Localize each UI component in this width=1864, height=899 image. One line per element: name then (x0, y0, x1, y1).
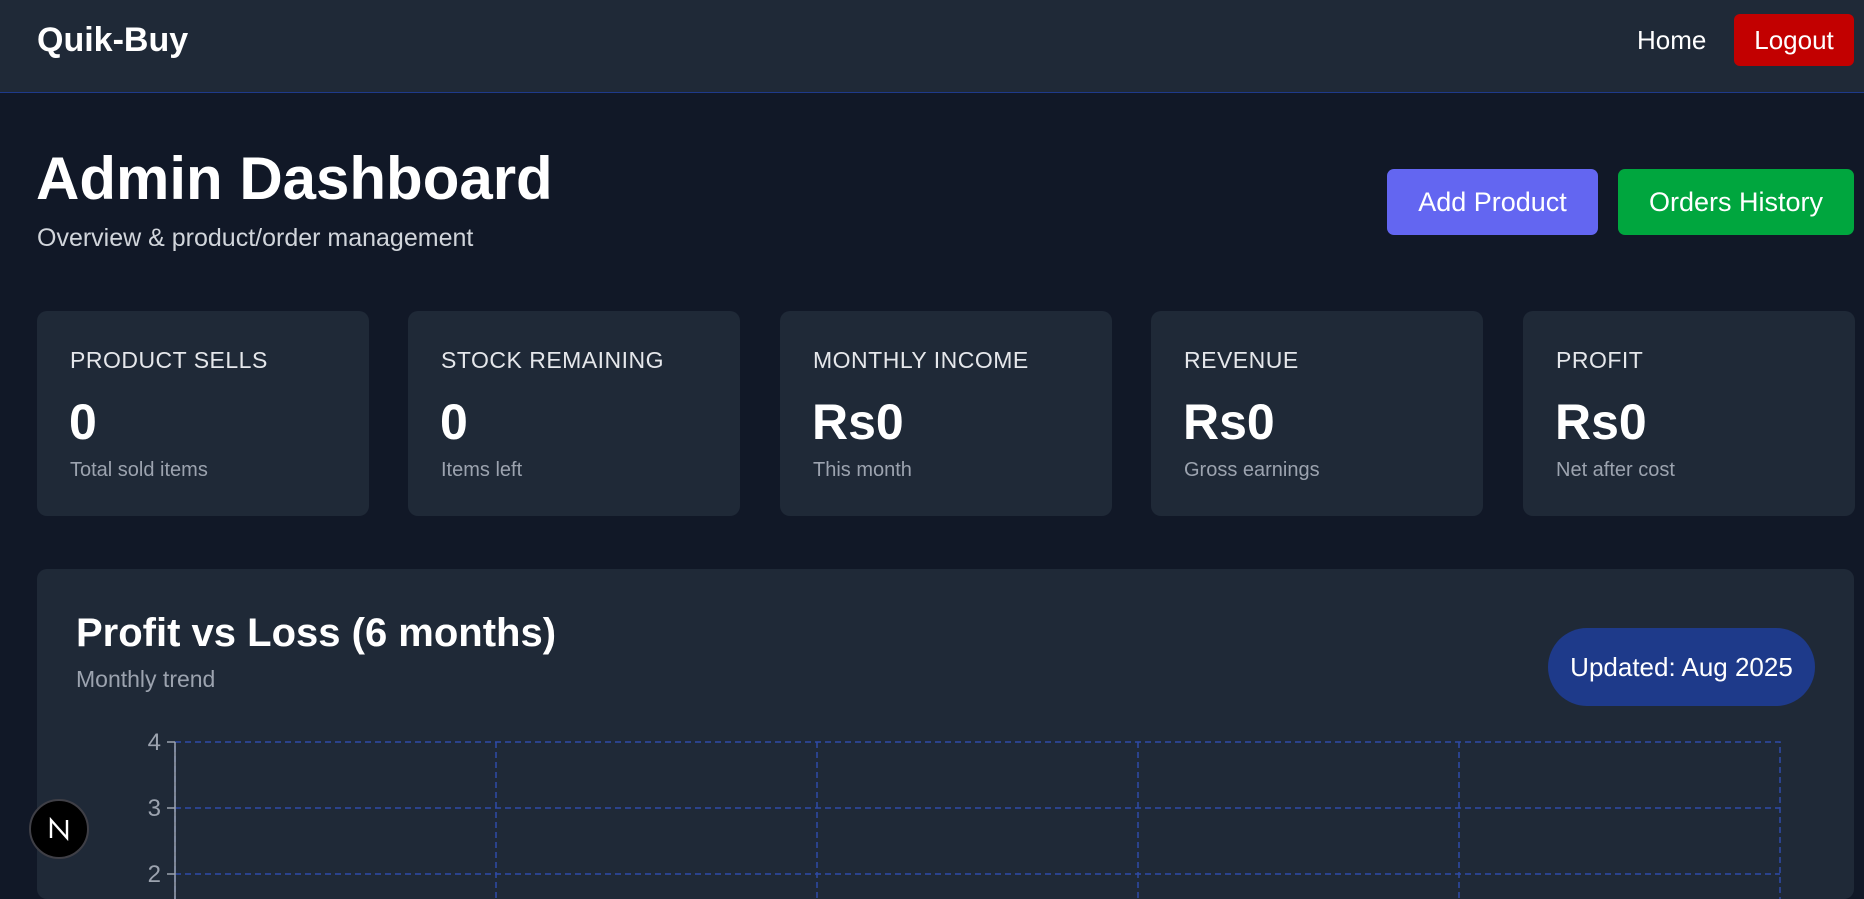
stat-label: MONTHLY INCOME (813, 347, 1029, 373)
stat-value: Rs0 (1183, 394, 1275, 450)
stat-card-product-sells: PRODUCT SELLS 0 Total sold items (37, 311, 369, 516)
page-title: Admin Dashboard (36, 145, 553, 212)
profit-loss-chart: 4 3 2 (148, 729, 1781, 899)
stat-card-revenue: REVENUE Rs0 Gross earnings (1151, 311, 1483, 516)
orders-history-button[interactable]: Orders History (1618, 169, 1854, 235)
chart-grid (174, 741, 1781, 899)
stat-note: Net after cost (1556, 459, 1675, 481)
y-axis-ticks: 4 3 2 (148, 729, 175, 888)
stat-value: 0 (440, 394, 468, 450)
stat-label: PRODUCT SELLS (70, 347, 268, 373)
y-tick-label: 3 (148, 795, 161, 822)
top-navbar: Quik-Buy Home Logout (0, 0, 1864, 93)
brand-logo[interactable]: Quik-Buy (37, 20, 188, 60)
stat-label: STOCK REMAINING (441, 347, 665, 373)
stat-card-stock-remaining: STOCK REMAINING 0 Items left (408, 311, 740, 516)
stat-note: Items left (441, 459, 523, 481)
chart-plot-frame (174, 741, 1781, 899)
logout-button[interactable]: Logout (1734, 14, 1854, 66)
stat-card-monthly-income: MONTHLY INCOME Rs0 This month (780, 311, 1112, 516)
page-subtitle: Overview & product/order management (37, 224, 474, 252)
stat-note: Gross earnings (1184, 459, 1320, 481)
stat-note: This month (813, 459, 912, 481)
nav-home-link[interactable]: Home (1637, 20, 1706, 60)
nextjs-badge[interactable] (29, 799, 89, 859)
y-tick-label: 2 (148, 861, 161, 888)
stat-label: REVENUE (1184, 347, 1299, 373)
stat-value: Rs0 (1555, 394, 1647, 450)
nextjs-logo-icon (49, 816, 69, 842)
add-product-button[interactable]: Add Product (1387, 169, 1598, 235)
stat-note: Total sold items (70, 459, 208, 481)
profit-loss-chart-panel: Profit vs Loss (6 months) Monthly trend … (37, 569, 1854, 899)
stat-value: Rs0 (812, 394, 904, 450)
y-tick-label: 4 (148, 729, 161, 756)
stat-value: 0 (69, 394, 97, 450)
stat-card-profit: PROFIT Rs0 Net after cost (1523, 311, 1855, 516)
stat-label: PROFIT (1556, 347, 1644, 373)
